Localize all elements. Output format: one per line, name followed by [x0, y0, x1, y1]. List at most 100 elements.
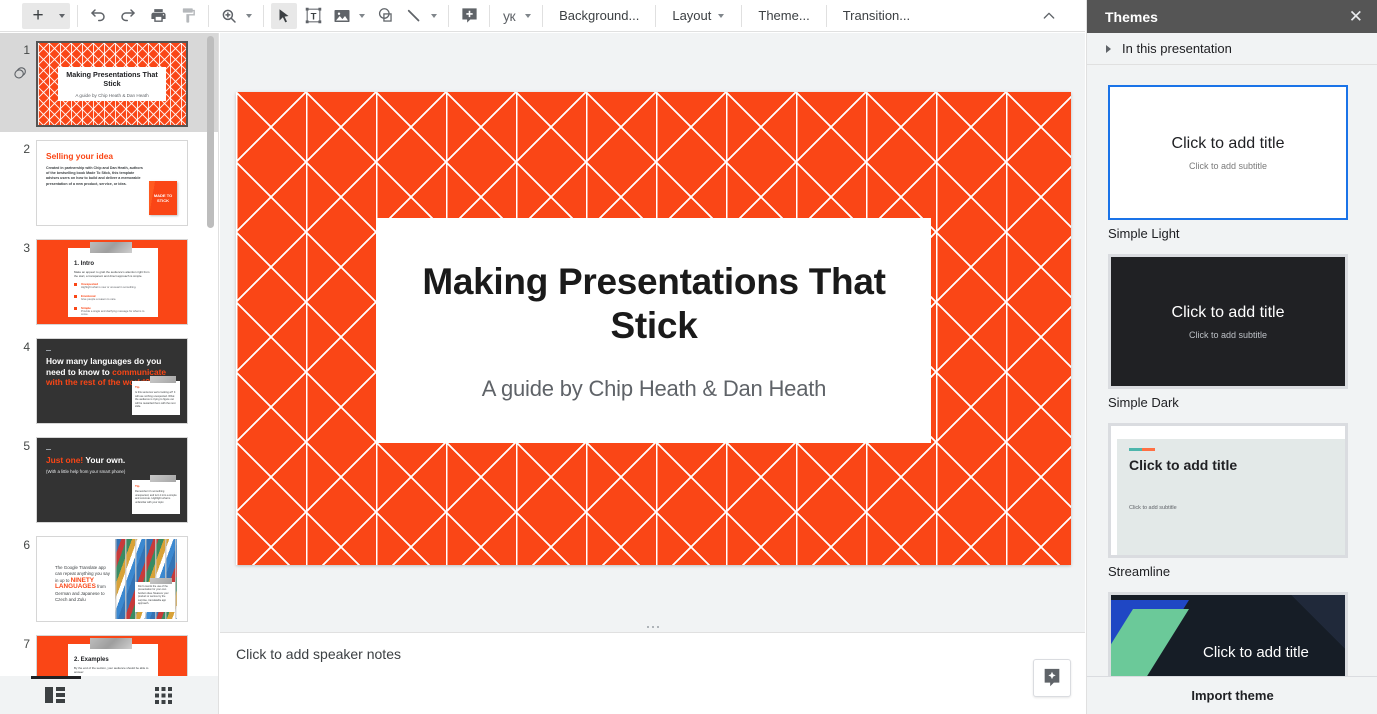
theme-placeholder-title: Click to add title: [1203, 644, 1309, 661]
slide-thumbnail[interactable]: 2. Examples By the end of the section, y…: [36, 635, 188, 676]
notes-splitter[interactable]: [220, 622, 1085, 633]
slide-thumbnail[interactable]: Making Presentations That Stick A guide …: [36, 41, 188, 127]
redo-icon[interactable]: [115, 3, 141, 29]
theme-item-streamline[interactable]: Click to add title Click to add subtitle…: [1087, 423, 1377, 579]
theme-name: Simple Dark: [1108, 395, 1179, 410]
explore-button[interactable]: [1033, 659, 1071, 697]
thumb-heading: Selling your idea: [46, 151, 114, 161]
slide-number: 2: [23, 142, 30, 156]
themes-panel-header: Themes ✕: [1087, 0, 1377, 33]
filmstrip-slide-5[interactable]: 5 Just one! Your own. (With a little hel…: [0, 429, 218, 528]
theme-thumbnail[interactable]: Click to add title: [1108, 592, 1348, 676]
thumb-note-heading: Tip: [135, 484, 140, 488]
themes-section-header[interactable]: In this presentation: [1087, 33, 1377, 65]
slide-filmstrip[interactable]: 1 Making Presentations That Stick A guid…: [0, 33, 219, 676]
collapse-menus-button[interactable]: [1035, 0, 1063, 32]
grid-view-button[interactable]: [109, 676, 218, 714]
undo-icon[interactable]: [85, 3, 111, 29]
text-box-icon[interactable]: T: [300, 3, 326, 29]
select-icon[interactable]: [271, 2, 297, 29]
thumb-card: 1. Intro Make an appeal: to grab the aud…: [68, 248, 158, 317]
theme-button[interactable]: Theme...: [749, 3, 818, 29]
toolbar-divider: [77, 4, 78, 27]
thumb-rule: [46, 350, 51, 351]
layout-dropdown-caret[interactable]: [714, 3, 728, 29]
theme-thumbnail[interactable]: Click to add title Click to add subtitle: [1108, 423, 1348, 558]
slide-canvas-area[interactable]: Making Presentations That Stick A guide …: [220, 33, 1085, 626]
image-dropdown-caret[interactable]: [355, 3, 369, 29]
filmstrip-view-toggle-bar: [0, 676, 219, 714]
shape-icon[interactable]: [372, 3, 398, 29]
filmstrip-slide-3[interactable]: 3 1. Intro Make an appeal: to grab the a…: [0, 231, 218, 330]
chevron-right-icon: [1106, 44, 1111, 53]
thumb-note-photo: [150, 578, 172, 584]
svg-text:T: T: [310, 11, 316, 22]
line-dropdown-caret[interactable]: [427, 3, 441, 29]
paint-format-icon[interactable]: [175, 3, 201, 29]
thumb-subtitle: A guide by Chip Heath & Dan Heath: [75, 93, 149, 98]
slide-thumbnail[interactable]: How many languages do you need to know t…: [36, 338, 188, 424]
slide-gutter: 6: [0, 536, 36, 552]
themes-list[interactable]: Click to add title Click to add subtitle…: [1087, 71, 1377, 676]
speaker-notes-placeholder[interactable]: Click to add speaker notes: [236, 646, 1069, 662]
theme-item-simple-dark[interactable]: Click to add title Click to add subtitle…: [1087, 254, 1377, 410]
filmstrip-scrollbar[interactable]: [207, 36, 214, 228]
slide-thumbnail[interactable]: 1. Intro Make an appeal: to grab the aud…: [36, 239, 188, 325]
theme-name: Streamline: [1108, 564, 1171, 579]
themes-panel: Themes ✕ In this presentation Click to a…: [1086, 0, 1377, 714]
transition-indicator-icon[interactable]: [0, 64, 30, 81]
filmstrip-slide-1[interactable]: 1 Making Presentations That Stick A guid…: [0, 33, 218, 132]
new-slide-dropdown-caret[interactable]: [54, 2, 70, 29]
theme-thumbnail[interactable]: Click to add title Click to add subtitle: [1108, 85, 1348, 220]
transliterate-button[interactable]: ук: [497, 3, 521, 29]
slide-number: 7: [23, 637, 30, 651]
print-icon[interactable]: [145, 3, 171, 29]
thumb-title: Making Presentations That Stick: [66, 70, 158, 88]
theme-item-simple-light[interactable]: Click to add title Click to add subtitle…: [1087, 85, 1377, 241]
toolbar-divider: [825, 4, 827, 27]
filmstrip-slide-4[interactable]: 4 How many languages do you need to know…: [0, 330, 218, 429]
slide-thumbnail[interactable]: Just one! Your own. (With a little help …: [36, 437, 188, 523]
slide-subtitle[interactable]: A guide by Chip Heath & Dan Heath: [482, 376, 827, 402]
transliterate-dropdown-caret[interactable]: [521, 3, 535, 29]
thumb-bullet: Simple Provide a single and clarifying m…: [74, 306, 152, 317]
theme-placeholder-subtitle: Click to add subtitle: [1188, 329, 1268, 340]
close-icon[interactable]: ✕: [1349, 8, 1363, 25]
filmstrip-slide-6[interactable]: 6 The Google Translate app can repeat an…: [0, 528, 218, 627]
slide-number: 3: [23, 241, 30, 255]
theme-item-focus[interactable]: Click to add title Focus: [1087, 592, 1377, 676]
thumb-heading: 1. Intro: [74, 261, 95, 267]
thumb-bullet: Emotional Give people a reason to care.: [74, 294, 152, 302]
slide-thumbnail[interactable]: The Google Translate app can repeat anyt…: [36, 536, 188, 622]
new-slide-button[interactable]: +: [22, 2, 54, 29]
themes-section-label: In this presentation: [1122, 41, 1232, 56]
explore-icon: [1044, 668, 1060, 687]
filmstrip-slide-7[interactable]: 7 2. Examples By the end of the section,…: [0, 627, 218, 676]
thumb-body: How many languages do you need to know t…: [37, 339, 187, 423]
theme-thumbnail[interactable]: Click to add title Click to add subtitle: [1108, 254, 1348, 389]
theme-placeholder-title: Click to add title: [1171, 134, 1285, 152]
image-icon[interactable]: [329, 3, 355, 29]
background-button[interactable]: Background...: [550, 3, 648, 29]
slide-number: 1: [23, 43, 30, 57]
layout-button[interactable]: Layout: [663, 3, 714, 29]
current-slide[interactable]: Making Presentations That Stick A guide …: [236, 92, 1071, 565]
zoom-dropdown-caret[interactable]: [242, 3, 256, 29]
theme-accent-bar: [1129, 448, 1155, 451]
line-icon[interactable]: [401, 3, 427, 29]
thumb-heading-part-a: Just one!: [46, 455, 84, 465]
filmstrip-view-button[interactable]: [0, 676, 109, 714]
themes-panel-title: Themes: [1105, 8, 1158, 25]
speaker-notes-pane[interactable]: Click to add speaker notes: [220, 634, 1085, 714]
transition-button[interactable]: Transition...: [834, 3, 919, 29]
slide-thumbnail[interactable]: Selling your idea Created in partnership…: [36, 140, 188, 226]
comment-icon[interactable]: [456, 3, 482, 29]
zoom-icon[interactable]: [216, 3, 242, 29]
import-theme-button[interactable]: Import theme: [1087, 676, 1377, 714]
slide-text-card[interactable]: Making Presentations That Stick A guide …: [377, 218, 931, 443]
theme-name: Simple Light: [1108, 226, 1180, 241]
filmstrip-slide-2[interactable]: 2 Selling your idea Created in partnersh…: [0, 132, 218, 231]
thumb-note-heading: Tip: [135, 385, 140, 389]
thumb-note-photo: [150, 475, 176, 482]
slide-title[interactable]: Making Presentations That Stick: [414, 260, 894, 348]
